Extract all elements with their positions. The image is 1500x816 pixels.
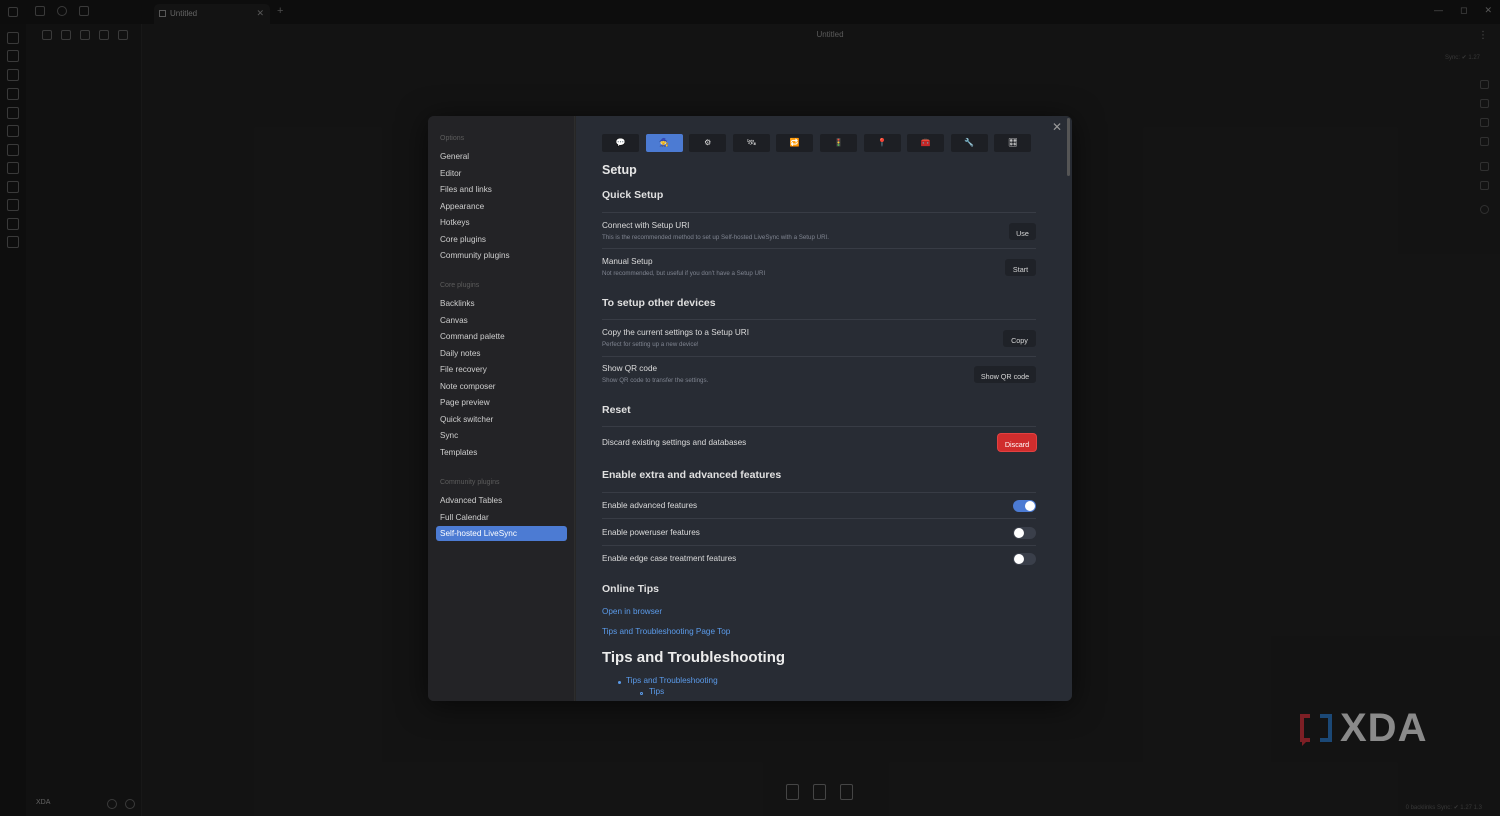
settings-sidebar: Options General Editor Files and links Appea…: [428, 116, 575, 701]
sidebar-item-note-composer[interactable]: Note composer: [436, 379, 567, 394]
setting-enable-advanced-features: Enable advanced features: [602, 501, 698, 510]
setting-manual-setup: Manual Setup: [602, 257, 653, 266]
sidebar-item-daily-notes[interactable]: Daily notes: [436, 346, 567, 361]
sidebar-item-quick-switcher[interactable]: Quick switcher: [436, 412, 567, 427]
sidebar-item-core-plugins[interactable]: Core plugins: [436, 232, 567, 247]
quick-setup-heading: Quick Setup: [602, 189, 664, 201]
other-devices-heading: To setup other devices: [602, 297, 716, 309]
sidebar-group-title: Options: [440, 135, 465, 142]
gear-icon: ⚙: [704, 138, 712, 147]
divider: [602, 356, 1036, 357]
plugin-tab-8[interactable]: 🔧: [950, 134, 988, 152]
setting-show-qr-code: Show QR code: [602, 364, 658, 373]
discard-button[interactable]: Discard: [998, 434, 1036, 451]
pin-icon: 📍: [877, 138, 888, 147]
toggle-knob: [1014, 554, 1024, 564]
extra-features-heading: Enable extra and advanced features: [602, 469, 782, 481]
plugin-tab-1[interactable]: 🧙: [645, 134, 683, 152]
toggle-knob: [1014, 528, 1024, 538]
toggle-knob: [1025, 501, 1035, 511]
wrench-icon: 🔧: [964, 138, 975, 147]
toggle-switch[interactable]: [1013, 527, 1036, 539]
open-in-browser-link[interactable]: Open in browser: [602, 607, 662, 616]
speech-bubble-icon: 💬: [615, 138, 626, 147]
online-tips-heading: Online Tips: [602, 583, 659, 595]
divider: [602, 426, 1036, 427]
settings-modal: Options General Editor Files and links Appea…: [428, 116, 1072, 701]
tips-page-top-link[interactable]: Tips and Troubleshooting Page Top: [602, 627, 730, 636]
control-panel-icon: 🎛: [1007, 138, 1018, 147]
setting-connect-setup-uri: Connect with Setup URI: [602, 221, 690, 230]
plugin-tab-3[interactable]: 🛰: [732, 134, 770, 152]
section-title: Setup: [602, 163, 637, 177]
divider: [602, 212, 1036, 213]
setting-description: This is the recommended method to set up…: [602, 234, 829, 241]
plugin-tab-2[interactable]: ⚙: [689, 134, 727, 152]
sidebar-item-hotkeys[interactable]: Hotkeys: [436, 215, 567, 230]
sidebar-item-file-recovery[interactable]: File recovery: [436, 362, 567, 377]
tips-sub-link[interactable]: Tips: [649, 687, 664, 696]
plugin-tab-5[interactable]: 🚦: [820, 134, 857, 152]
close-modal-icon[interactable]: ✕: [1052, 120, 1062, 134]
setting-copy-setup-uri: Copy the current settings to a Setup URI: [602, 328, 749, 337]
copy-button[interactable]: Copy: [1003, 330, 1036, 347]
divider: [602, 319, 1036, 320]
bullet-dot: [618, 681, 621, 684]
setting-description: Perfect for setting up a new device!: [602, 341, 699, 348]
plugin-tab-6[interactable]: 📍: [863, 134, 901, 152]
sidebar-group-title: Community plugins: [440, 479, 500, 486]
sidebar-item-community-plugins[interactable]: Community plugins: [436, 248, 567, 263]
plugin-tab-row: 💬 🧙 ⚙ 🛰 🔁 🚦 📍 🧰 🔧 🎛: [602, 134, 1042, 152]
use-button[interactable]: Use: [1009, 223, 1036, 240]
sidebar-item-files-and-links[interactable]: Files and links: [436, 182, 567, 197]
divider: [602, 518, 1036, 519]
scrollbar[interactable]: [1067, 118, 1070, 176]
wizard-icon: 🧙: [659, 138, 670, 147]
satellite-icon: 🛰: [746, 138, 757, 147]
sidebar-item-page-preview[interactable]: Page preview: [436, 395, 567, 410]
setting-enable-poweruser-features: Enable poweruser features: [602, 528, 700, 537]
divider: [602, 545, 1036, 546]
sidebar-item-canvas[interactable]: Canvas: [436, 313, 567, 328]
setting-discard: Discard existing settings and databases: [602, 438, 747, 447]
bullet-dot: [640, 692, 643, 695]
setting-description: Show QR code to transfer the settings.: [602, 377, 709, 384]
plugin-tab-4[interactable]: 🔁: [776, 134, 814, 152]
settings-content: ✕ 💬 🧙 ⚙ 🛰 🔁 🚦 📍 🧰 🔧 🎛 Setup Quick Setup Connect w…: [576, 116, 1072, 701]
tips-heading: Tips and Troubleshooting: [602, 649, 786, 666]
sidebar-item-sync[interactable]: Sync: [436, 428, 567, 443]
sidebar-group-title: Core plugins: [440, 282, 480, 289]
repeat-icon: 🔁: [789, 138, 800, 147]
sidebar-item-templates[interactable]: Templates: [436, 445, 567, 460]
toggle-switch[interactable]: [1013, 553, 1036, 565]
tips-link[interactable]: Tips and Troubleshooting: [626, 676, 718, 685]
show-qr-code-button[interactable]: Show QR code: [974, 366, 1036, 383]
sidebar-item-appearance[interactable]: Appearance: [436, 199, 567, 214]
divider: [602, 248, 1036, 249]
sidebar-item-advanced-tables[interactable]: Advanced Tables: [436, 493, 567, 508]
sidebar-item-editor[interactable]: Editor: [436, 166, 567, 181]
plugin-tab-0[interactable]: 💬: [602, 134, 639, 152]
setting-description: Not recommended, but useful if you don't…: [602, 270, 766, 277]
sidebar-item-full-calendar[interactable]: Full Calendar: [436, 510, 567, 525]
reset-heading: Reset: [602, 404, 631, 416]
divider: [602, 492, 1036, 493]
start-button[interactable]: Start: [1005, 259, 1036, 276]
sidebar-item-command-palette[interactable]: Command palette: [436, 329, 567, 344]
plugin-tab-9[interactable]: 🎛: [994, 134, 1032, 152]
sidebar-item-self-hosted-livesync[interactable]: Self-hosted LiveSync: [436, 526, 567, 541]
setting-enable-edge-case-treatment-features: Enable edge case treatment features: [602, 554, 737, 563]
traffic-light-icon: 🚦: [833, 138, 844, 147]
plugin-tab-7[interactable]: 🧰: [907, 134, 945, 152]
toggle-switch[interactable]: [1013, 500, 1036, 512]
sidebar-item-backlinks[interactable]: Backlinks: [436, 296, 567, 311]
sidebar-item-general[interactable]: General: [436, 149, 567, 164]
toolbox-icon: 🧰: [920, 138, 931, 147]
